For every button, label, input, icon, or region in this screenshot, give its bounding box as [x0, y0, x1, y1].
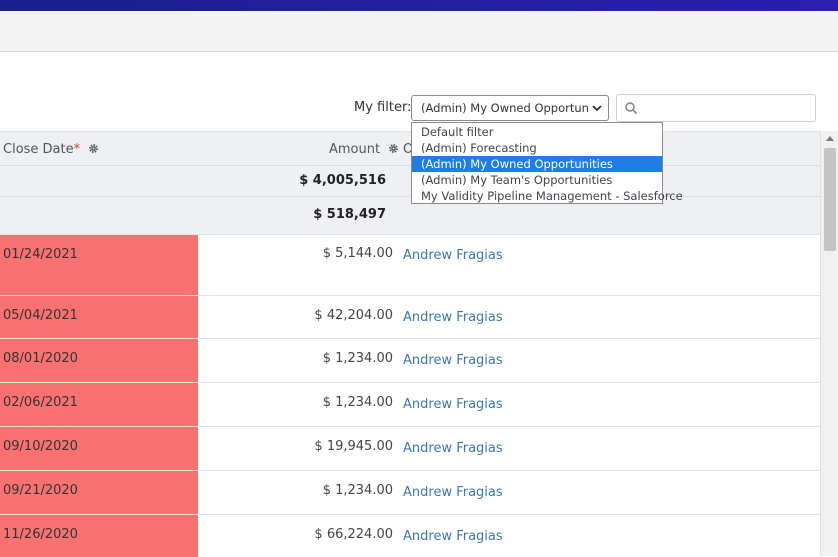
close-date: 02/06/2021: [3, 395, 78, 410]
summary-total-amount: $ 4,005,516: [299, 173, 386, 188]
filter-option-validity-pipeline[interactable]: My Validity Pipeline Management - Salesf…: [412, 188, 683, 204]
summary-subtotal-amount: $ 518,497: [313, 207, 386, 222]
column-header-close-date[interactable]: Close Date*: [3, 142, 99, 157]
close-date: 11/26/2020: [3, 527, 78, 542]
close-date-cell[interactable]: 08/01/2020: [0, 339, 198, 382]
gear-icon[interactable]: [88, 143, 99, 154]
search-icon: [625, 102, 638, 115]
summary-row-subtotal: $ 518,497: [0, 196, 820, 234]
close-date: 08/01/2020: [3, 351, 78, 366]
vertical-scrollbar[interactable]: [820, 131, 838, 556]
owner-link[interactable]: Andrew Fragias: [403, 441, 503, 456]
search-box[interactable]: [616, 94, 816, 122]
close-date: 09/10/2020: [3, 439, 78, 454]
close-date: 01/24/2021: [3, 247, 78, 262]
filter-selected-value: (Admin) My Owned Opportuniti: [421, 101, 589, 115]
close-date-cell[interactable]: 09/21/2020: [0, 471, 198, 514]
close-date-header-label: Close Date: [3, 142, 74, 157]
scroll-up-arrow-icon[interactable]: [826, 136, 834, 141]
owner-link[interactable]: Andrew Fragias: [403, 397, 503, 412]
amount-value: $ 1,234.00: [322, 395, 393, 410]
column-header-amount[interactable]: Amount: [329, 142, 399, 157]
close-date-cell[interactable]: 02/06/2021: [0, 383, 198, 426]
owner-link[interactable]: Andrew Fragias: [403, 529, 503, 544]
filter-option-default[interactable]: Default filter: [412, 124, 662, 140]
table-row[interactable]: 05/04/2021 $ 42,204.00 Andrew Fragias: [0, 295, 820, 338]
amount-value: $ 42,204.00: [314, 308, 393, 323]
search-input[interactable]: [643, 98, 812, 120]
owner-link[interactable]: Andrew Fragias: [403, 353, 503, 368]
gear-icon[interactable]: [388, 143, 399, 154]
owner-link[interactable]: Andrew Fragias: [403, 248, 503, 263]
close-date-cell[interactable]: 09/10/2020: [0, 427, 198, 470]
chevron-down-icon: [592, 105, 602, 112]
app-top-bar: [0, 0, 838, 11]
scrollbar-thumb[interactable]: [824, 148, 836, 251]
amount-value: $ 5,144.00: [322, 246, 393, 261]
filter-label: My filter:: [354, 100, 412, 115]
table-header-row: Close Date* Amount O: [0, 131, 820, 166]
amount-value: $ 1,234.00: [322, 351, 393, 366]
toolbar-strip: [0, 11, 838, 52]
amount-value: $ 19,945.00: [314, 439, 393, 454]
close-date: 09/21/2020: [3, 483, 78, 498]
table-row[interactable]: 11/26/2020 $ 66,224.00 Andrew Fragias: [0, 514, 820, 557]
filter-option-my-owned[interactable]: (Admin) My Owned Opportunities: [412, 156, 662, 172]
table-row[interactable]: 02/06/2021 $ 1,234.00 Andrew Fragias: [0, 382, 820, 426]
amount-value: $ 66,224.00: [314, 527, 393, 542]
owner-link[interactable]: Andrew Fragias: [403, 485, 503, 500]
close-date-cell[interactable]: 01/24/2021: [0, 235, 198, 295]
table-row[interactable]: 08/01/2020 $ 1,234.00 Andrew Fragias: [0, 338, 820, 382]
summary-row-total: $ 4,005,516: [0, 165, 820, 196]
table-row[interactable]: 09/10/2020 $ 19,945.00 Andrew Fragias: [0, 426, 820, 470]
amount-value: $ 1,234.00: [322, 483, 393, 498]
amount-header-label: Amount: [329, 142, 381, 157]
table-row[interactable]: 01/24/2021 $ 5,144.00 Andrew Fragias: [0, 234, 820, 295]
close-date: 05/04/2021: [3, 308, 78, 323]
owner-link[interactable]: Andrew Fragias: [403, 310, 503, 325]
table-row[interactable]: 09/21/2020 $ 1,234.00 Andrew Fragias: [0, 470, 820, 514]
filter-option-my-team[interactable]: (Admin) My Team's Opportunities: [412, 172, 662, 188]
close-date-cell[interactable]: 11/26/2020: [0, 515, 198, 557]
filter-dropdown-list: Default filter (Admin) Forecasting (Admi…: [411, 122, 683, 204]
close-date-cell[interactable]: 05/04/2021: [0, 296, 198, 338]
filter-select[interactable]: (Admin) My Owned Opportuniti: [411, 95, 609, 121]
filter-option-forecasting[interactable]: (Admin) Forecasting: [412, 140, 662, 156]
required-asterisk: *: [73, 142, 81, 157]
